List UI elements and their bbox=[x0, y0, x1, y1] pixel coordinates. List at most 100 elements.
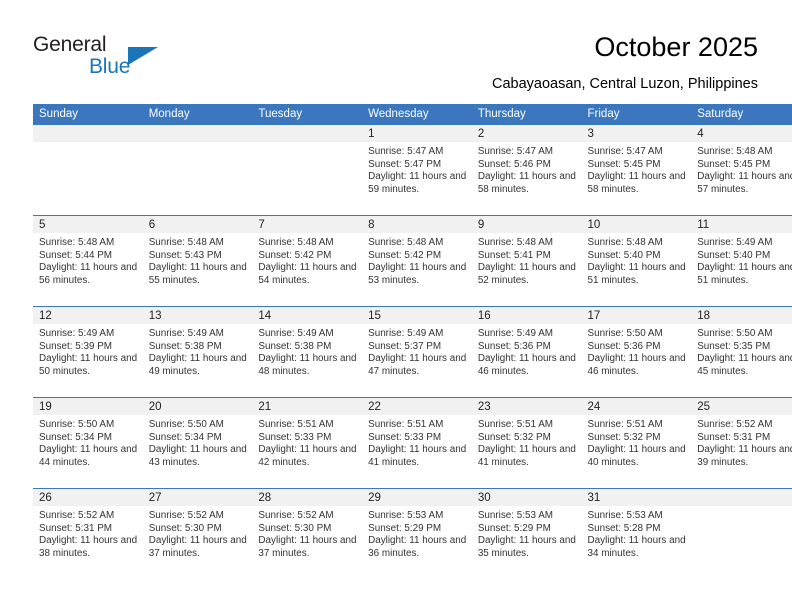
calendar-day-cell[interactable]: 31 Sunrise: 5:53 AM Sunset: 5:28 PM Dayligh… bbox=[581, 488, 692, 579]
day-number bbox=[142, 125, 253, 142]
calendar-day-cell[interactable]: 21 Sunrise: 5:51 AM Sunset: 5:33 PM Dayligh… bbox=[252, 397, 363, 489]
sunrise-text: Sunrise: 5:50 AM bbox=[39, 419, 115, 430]
day-number: 7 bbox=[252, 216, 363, 233]
day-number: 26 bbox=[33, 489, 143, 506]
calendar-day-cell[interactable]: 22 Sunrise: 5:51 AM Sunset: 5:33 PM Dayligh… bbox=[362, 397, 472, 489]
sunrise-text: Sunrise: 5:52 AM bbox=[39, 510, 115, 521]
calendar-day-cell[interactable]: 29 Sunrise: 5:53 AM Sunset: 5:29 PM Dayligh… bbox=[362, 488, 472, 579]
page-header: General Blue October 2025 Cabayaoasan, C… bbox=[0, 0, 792, 100]
daylight-text: Daylight: 11 hours and 47 minutes. bbox=[368, 353, 467, 377]
daylight-text: Daylight: 11 hours and 37 minutes. bbox=[258, 535, 357, 559]
day-details: Sunrise: 5:49 AM Sunset: 5:38 PM Daylight:… bbox=[252, 324, 362, 378]
daylight-text: Daylight: 11 hours and 59 minutes. bbox=[368, 171, 467, 195]
day-details: Sunrise: 5:48 AM Sunset: 5:45 PM Daylight:… bbox=[691, 142, 792, 196]
calendar-day-cell[interactable]: 4 Sunrise: 5:48 AM Sunset: 5:45 PM Daylight… bbox=[691, 125, 792, 216]
calendar-day-cell[interactable]: 12 Sunrise: 5:49 AM Sunset: 5:39 PM Dayligh… bbox=[33, 306, 143, 398]
calendar-day-cell[interactable]: 15 Sunrise: 5:49 AM Sunset: 5:37 PM Dayligh… bbox=[362, 306, 472, 398]
calendar-day-cell[interactable]: 3 Sunrise: 5:47 AM Sunset: 5:45 PM Daylight… bbox=[581, 125, 692, 216]
day-number bbox=[691, 489, 792, 506]
daylight-text: Daylight: 11 hours and 50 minutes. bbox=[39, 353, 138, 377]
day-number: 16 bbox=[471, 307, 582, 324]
day-number: 2 bbox=[471, 125, 582, 142]
daylight-text: Daylight: 11 hours and 51 minutes. bbox=[697, 262, 792, 286]
day-details: Sunrise: 5:53 AM Sunset: 5:29 PM Daylight:… bbox=[472, 506, 582, 560]
day-number: 13 bbox=[142, 307, 253, 324]
calendar-day-cell[interactable]: 28 Sunrise: 5:52 AM Sunset: 5:30 PM Dayligh… bbox=[252, 488, 363, 579]
calendar-day-cell[interactable]: 10 Sunrise: 5:48 AM Sunset: 5:40 PM Dayligh… bbox=[581, 215, 692, 307]
calendar-day-cell[interactable]: 20 Sunrise: 5:50 AM Sunset: 5:34 PM Dayligh… bbox=[142, 397, 253, 489]
day-number: 25 bbox=[691, 398, 792, 415]
sunrise-text: Sunrise: 5:53 AM bbox=[587, 510, 663, 521]
calendar-day-cell[interactable]: 11 Sunrise: 5:49 AM Sunset: 5:40 PM Dayligh… bbox=[691, 215, 792, 307]
sunrise-text: Sunrise: 5:53 AM bbox=[477, 510, 554, 521]
sunset-text: Sunset: 5:32 PM bbox=[587, 431, 661, 443]
daylight-text: Daylight: 11 hours and 51 minutes. bbox=[587, 262, 686, 286]
calendar-day-cell[interactable]: 24 Sunrise: 5:51 AM Sunset: 5:32 PM Dayligh… bbox=[581, 397, 692, 489]
calendar-day-cell[interactable]: 7 Sunrise: 5:48 AM Sunset: 5:42 PM Daylight… bbox=[252, 215, 363, 307]
sunrise-text: Sunrise: 5:48 AM bbox=[368, 237, 444, 248]
day-number: 18 bbox=[691, 307, 792, 324]
calendar-table: Sunday Monday Tuesday Wednesday Thursday Frid… bbox=[33, 104, 792, 579]
sunrise-text: Sunrise: 5:49 AM bbox=[368, 328, 444, 339]
calendar-week-row: 19 Sunrise: 5:50 AM Sunset: 5:34 PM Dayligh… bbox=[33, 397, 792, 489]
calendar-day-cell[interactable]: 30 Sunrise: 5:53 AM Sunset: 5:29 PM Dayligh… bbox=[471, 488, 582, 579]
calendar-day-cell[interactable]: 27 Sunrise: 5:52 AM Sunset: 5:30 PM Dayligh… bbox=[142, 488, 253, 579]
calendar-day-cell[interactable]: 17 Sunrise: 5:50 AM Sunset: 5:36 PM Dayligh… bbox=[581, 306, 692, 398]
calendar-day-cell-empty bbox=[691, 488, 792, 579]
calendar-day-cell[interactable]: 5 Sunrise: 5:48 AM Sunset: 5:44 PM Daylight… bbox=[33, 215, 143, 307]
sunset-text: Sunset: 5:38 PM bbox=[258, 340, 332, 352]
day-number: 15 bbox=[362, 307, 472, 324]
daylight-text: Daylight: 11 hours and 48 minutes. bbox=[258, 353, 357, 377]
calendar-day-cell[interactable]: 9 Sunrise: 5:48 AM Sunset: 5:41 PM Daylight… bbox=[471, 215, 582, 307]
day-details: Sunrise: 5:50 AM Sunset: 5:34 PM Daylight:… bbox=[143, 415, 253, 469]
general-blue-logo[interactable]: General Blue bbox=[33, 33, 213, 85]
sunrise-text: Sunrise: 5:48 AM bbox=[697, 146, 773, 157]
calendar-day-cell[interactable]: 23 Sunrise: 5:51 AM Sunset: 5:32 PM Dayligh… bbox=[471, 397, 582, 489]
calendar-day-cell[interactable]: 13 Sunrise: 5:49 AM Sunset: 5:38 PM Dayligh… bbox=[142, 306, 253, 398]
calendar-day-cell[interactable]: 25 Sunrise: 5:52 AM Sunset: 5:31 PM Dayligh… bbox=[691, 397, 792, 489]
sunrise-text: Sunrise: 5:51 AM bbox=[477, 419, 554, 430]
sunrise-text: Sunrise: 5:52 AM bbox=[697, 419, 773, 430]
location-subtitle: Cabayaoasan, Central Luzon, Philippines bbox=[491, 76, 758, 92]
calendar-day-cell[interactable]: 2 Sunrise: 5:47 AM Sunset: 5:46 PM Daylight… bbox=[471, 125, 582, 216]
page-title: October 2025 bbox=[594, 32, 758, 62]
daylight-text: Daylight: 11 hours and 55 minutes. bbox=[148, 262, 247, 286]
calendar-day-cell[interactable]: 1 Sunrise: 5:47 AM Sunset: 5:47 PM Daylight… bbox=[362, 125, 472, 216]
sunrise-text: Sunrise: 5:49 AM bbox=[148, 328, 224, 339]
weekday-header-sunday: Sunday bbox=[33, 104, 143, 125]
calendar-day-cell[interactable]: 16 Sunrise: 5:49 AM Sunset: 5:36 PM Dayligh… bbox=[471, 306, 582, 398]
day-number: 14 bbox=[252, 307, 363, 324]
sunset-text: Sunset: 5:28 PM bbox=[587, 522, 661, 534]
day-details: Sunrise: 5:50 AM Sunset: 5:35 PM Daylight:… bbox=[691, 324, 792, 378]
calendar-day-cell[interactable]: 8 Sunrise: 5:48 AM Sunset: 5:42 PM Daylight… bbox=[362, 215, 472, 307]
daylight-text: Daylight: 11 hours and 57 minutes. bbox=[697, 171, 792, 195]
sunset-text: Sunset: 5:42 PM bbox=[368, 249, 442, 261]
day-number: 3 bbox=[581, 125, 692, 142]
calendar-day-cell[interactable]: 26 Sunrise: 5:52 AM Sunset: 5:31 PM Dayligh… bbox=[33, 488, 143, 579]
daylight-text: Daylight: 11 hours and 42 minutes. bbox=[258, 444, 357, 468]
daylight-text: Daylight: 11 hours and 43 minutes. bbox=[148, 444, 247, 468]
weekday-header-tuesday: Tuesday bbox=[252, 104, 363, 125]
calendar-day-cell[interactable]: 6 Sunrise: 5:48 AM Sunset: 5:43 PM Daylight… bbox=[142, 215, 253, 307]
day-number: 27 bbox=[142, 489, 253, 506]
sunrise-text: Sunrise: 5:49 AM bbox=[477, 328, 554, 339]
sunset-text: Sunset: 5:33 PM bbox=[258, 431, 332, 443]
day-details: Sunrise: 5:53 AM Sunset: 5:29 PM Daylight:… bbox=[362, 506, 472, 560]
calendar-day-cell[interactable]: 18 Sunrise: 5:50 AM Sunset: 5:35 PM Dayligh… bbox=[691, 306, 792, 398]
day-details: Sunrise: 5:48 AM Sunset: 5:43 PM Daylight:… bbox=[143, 233, 253, 287]
sunset-text: Sunset: 5:30 PM bbox=[148, 522, 222, 534]
calendar-day-cell-empty bbox=[33, 125, 143, 216]
daylight-text: Daylight: 11 hours and 41 minutes. bbox=[477, 444, 576, 468]
day-number: 17 bbox=[581, 307, 692, 324]
sunrise-text: Sunrise: 5:47 AM bbox=[587, 146, 663, 157]
sunset-text: Sunset: 5:46 PM bbox=[477, 158, 551, 170]
daylight-text: Daylight: 11 hours and 46 minutes. bbox=[477, 353, 576, 377]
daylight-text: Daylight: 11 hours and 54 minutes. bbox=[258, 262, 357, 286]
daylight-text: Daylight: 11 hours and 37 minutes. bbox=[148, 535, 247, 559]
day-number: 21 bbox=[252, 398, 363, 415]
day-details: Sunrise: 5:47 AM Sunset: 5:46 PM Daylight:… bbox=[472, 142, 582, 196]
daylight-text: Daylight: 11 hours and 36 minutes. bbox=[368, 535, 467, 559]
calendar-day-cell[interactable]: 14 Sunrise: 5:49 AM Sunset: 5:38 PM Dayligh… bbox=[252, 306, 363, 398]
calendar-day-cell[interactable]: 19 Sunrise: 5:50 AM Sunset: 5:34 PM Dayligh… bbox=[33, 397, 143, 489]
calendar-week-row: 12 Sunrise: 5:49 AM Sunset: 5:39 PM Dayligh… bbox=[33, 306, 792, 398]
